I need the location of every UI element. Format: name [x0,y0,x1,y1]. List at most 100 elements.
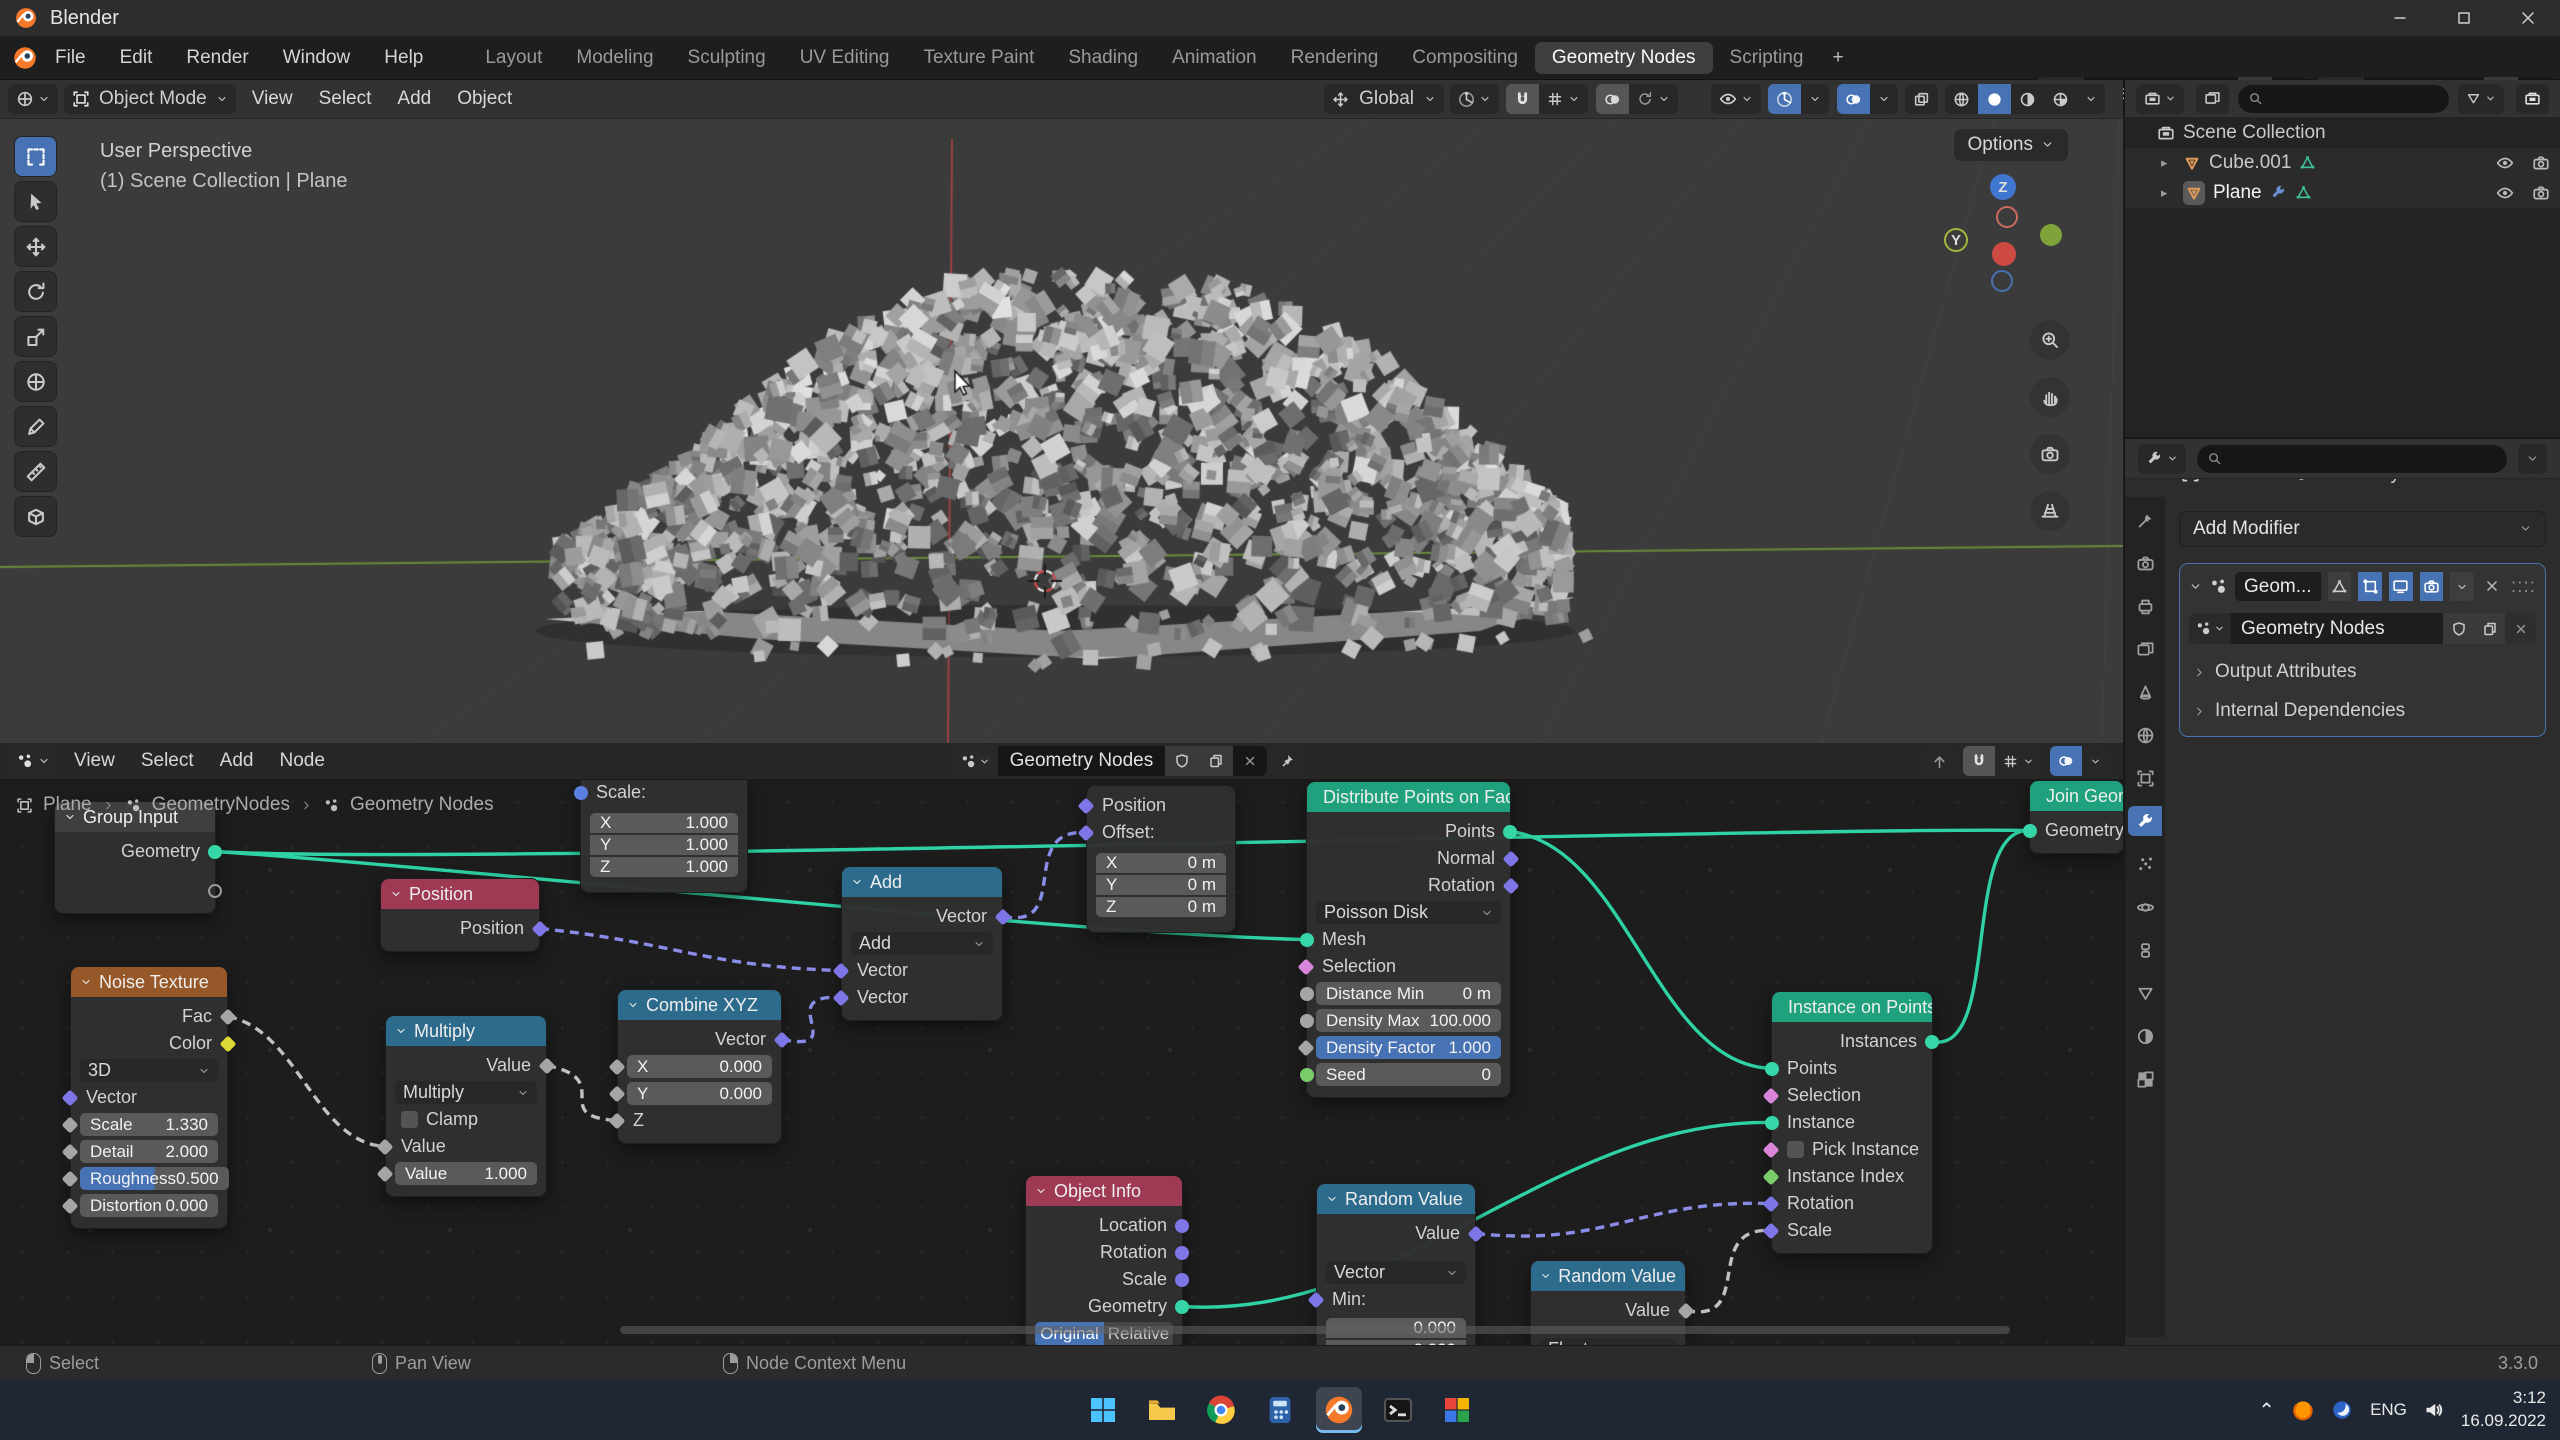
socket-out[interactable] [208,884,222,898]
taskbar-calc-button[interactable] [1257,1387,1303,1433]
node-value-field[interactable]: X0.000 [627,1055,772,1078]
properties-tab-datatri[interactable] [2128,978,2162,1008]
expand-arrow[interactable]: ▸ [2161,185,2175,201]
properties-tab-printer[interactable] [2128,591,2162,621]
node-header[interactable]: Position [381,879,539,909]
nav-zoom-button[interactable] [2030,320,2070,360]
node-addvec[interactable]: AddVectorAddVectorVector [841,866,1003,1021]
tool-box-select[interactable] [14,136,57,177]
node-dropdown[interactable]: 3D [80,1059,218,1082]
outliner-row-cube-001[interactable]: ▸ Cube.001 [2125,148,2560,178]
menu-render[interactable]: Render [169,47,265,69]
gizmo-axis-y-neg[interactable]: Y [1944,228,1968,252]
node-dropdown[interactable]: Poisson Disk [1316,901,1501,924]
tray-app-icon[interactable] [2331,1399,2353,1421]
node-header[interactable]: Noise Texture [71,967,227,997]
add-modifier-button[interactable]: Add Modifier [2179,511,2546,547]
node-noise[interactable]: Noise TextureFacColor3DVectorScale1.330D… [70,966,228,1229]
properties-tab-physics[interactable] [2128,892,2162,922]
socket-instances[interactable] [1925,1035,1939,1049]
node-vector-field[interactable]: Z1.000 [590,857,738,877]
properties-tab-checker[interactable] [2128,1064,2162,1094]
speaker-icon[interactable] [2424,1400,2444,1421]
object-name[interactable]: Cube.001 [2209,152,2291,174]
outliner-row-plane[interactable]: ▸ Plane [2125,178,2560,208]
minimize-button[interactable] [2368,0,2432,36]
workspace-tab-shading[interactable]: Shading [1051,42,1155,74]
node-menu-node[interactable]: Node [266,750,337,772]
node-canvas[interactable]: PlaneGeometryNodesGeometry Nodes Group I… [0,780,2123,1345]
node-dropdown[interactable]: Vector [1326,1261,1466,1284]
tool-cursor[interactable] [14,181,57,222]
node-setpos[interactable]: PositionOffset:X0 mY0 mZ0 m [1086,785,1236,933]
socket-scale[interactable] [1175,1273,1189,1287]
properties-tab-cone[interactable] [2128,677,2162,707]
gizmo-axis-z-neg[interactable] [1991,270,2013,292]
node-header[interactable]: Combine XYZ [618,990,781,1020]
menu-help[interactable]: Help [367,47,440,69]
node-menu-select[interactable]: Select [128,750,207,772]
properties-search-input[interactable] [2197,445,2507,473]
properties-tab-objsq[interactable] [2128,763,2162,793]
render-toggle[interactable] [2532,152,2550,174]
node-overlays-toggle[interactable] [2050,746,2109,776]
node-header[interactable]: Add [842,867,1002,897]
node-value-field[interactable]: Density Factor1.000 [1316,1036,1501,1059]
xray-toggle[interactable] [1905,84,1938,114]
workspace-tab-scripting[interactable]: Scripting [1713,42,1821,74]
properties-tab-globe[interactable] [2128,720,2162,750]
properties-tab-tool[interactable] [2128,505,2162,535]
new-collection-button[interactable] [2516,84,2549,114]
tray-expand-icon[interactable]: ⌃ [2258,1398,2275,1423]
node-menu-view[interactable]: View [61,750,128,772]
socket-detail[interactable] [62,1143,79,1160]
viewport-menu-view[interactable]: View [239,88,306,110]
edit-mode-toggle[interactable] [2328,572,2352,601]
socket-points[interactable] [1765,1062,1779,1076]
nav-camera-view-button[interactable] [2030,434,2070,474]
gizmo-axis-x-neg[interactable] [1996,206,2018,228]
pin-button[interactable] [1270,746,1303,776]
socket-seed[interactable] [1300,1068,1314,1082]
realtime-display-toggle[interactable] [2389,572,2413,601]
node-checkbox-row[interactable]: Pick Instance [1772,1136,1932,1163]
node-group-selector[interactable]: Geometry Nodes [952,746,1268,776]
workspace-tab-uv-editing[interactable]: UV Editing [783,42,907,74]
render-display-toggle[interactable] [2420,572,2444,601]
node-position[interactable]: PositionPosition [380,878,540,952]
object-name[interactable]: Scene Collection [2183,122,2326,144]
close-icon[interactable] [2481,576,2504,598]
socket-distortion[interactable] [62,1197,79,1214]
mode-selector[interactable]: Object Mode [64,84,236,114]
socket-pick-instance[interactable] [1763,1141,1780,1158]
gizmo-axis-x[interactable] [1992,242,2016,266]
properties-tab-images[interactable] [2128,634,2162,664]
socket-y[interactable] [609,1085,626,1102]
gizmo-axis-y[interactable] [2040,224,2062,246]
language-indicator[interactable]: ENG [2370,1400,2407,1420]
outliner-filter-icon[interactable] [2196,84,2229,114]
taskbar-terminal-button[interactable] [1375,1387,1421,1433]
node-combine[interactable]: Combine XYZVectorX0.000Y0.000Z [617,989,782,1144]
section-output-attributes[interactable]: Output Attributes [2193,661,2532,683]
tray-firefox-icon[interactable] [2292,1399,2314,1421]
options-button[interactable]: Options [1954,129,2068,161]
socket-scale-[interactable] [574,786,588,800]
socket-scale[interactable] [62,1116,79,1133]
properties-tab-camera[interactable] [2128,548,2162,578]
clock[interactable]: 3:12 16.09.2022 [2461,1387,2546,1433]
node-value-field[interactable]: Scale1.330 [80,1113,218,1136]
node-dropdown[interactable]: Add [851,932,993,955]
node-header[interactable]: Random Value [1317,1184,1475,1214]
menu-window[interactable]: Window [266,47,368,69]
pivot-point-selector[interactable] [1450,84,1499,114]
nodetree-icon[interactable] [2189,613,2231,644]
node-value-field[interactable]: Detail2.000 [80,1140,218,1163]
taskbar-folder-button[interactable] [1139,1387,1185,1433]
extras-dropdown[interactable] [2450,572,2474,601]
node-value-field[interactable]: Distortion0.000 [80,1194,218,1217]
outliner-search-input[interactable] [2238,85,2449,113]
node-snap-controls[interactable] [1963,746,2042,776]
node-checkbox-row[interactable]: Clamp [386,1106,546,1133]
node-random1[interactable]: Random ValueValueVectorMin:0.0000.000 [1316,1183,1476,1345]
